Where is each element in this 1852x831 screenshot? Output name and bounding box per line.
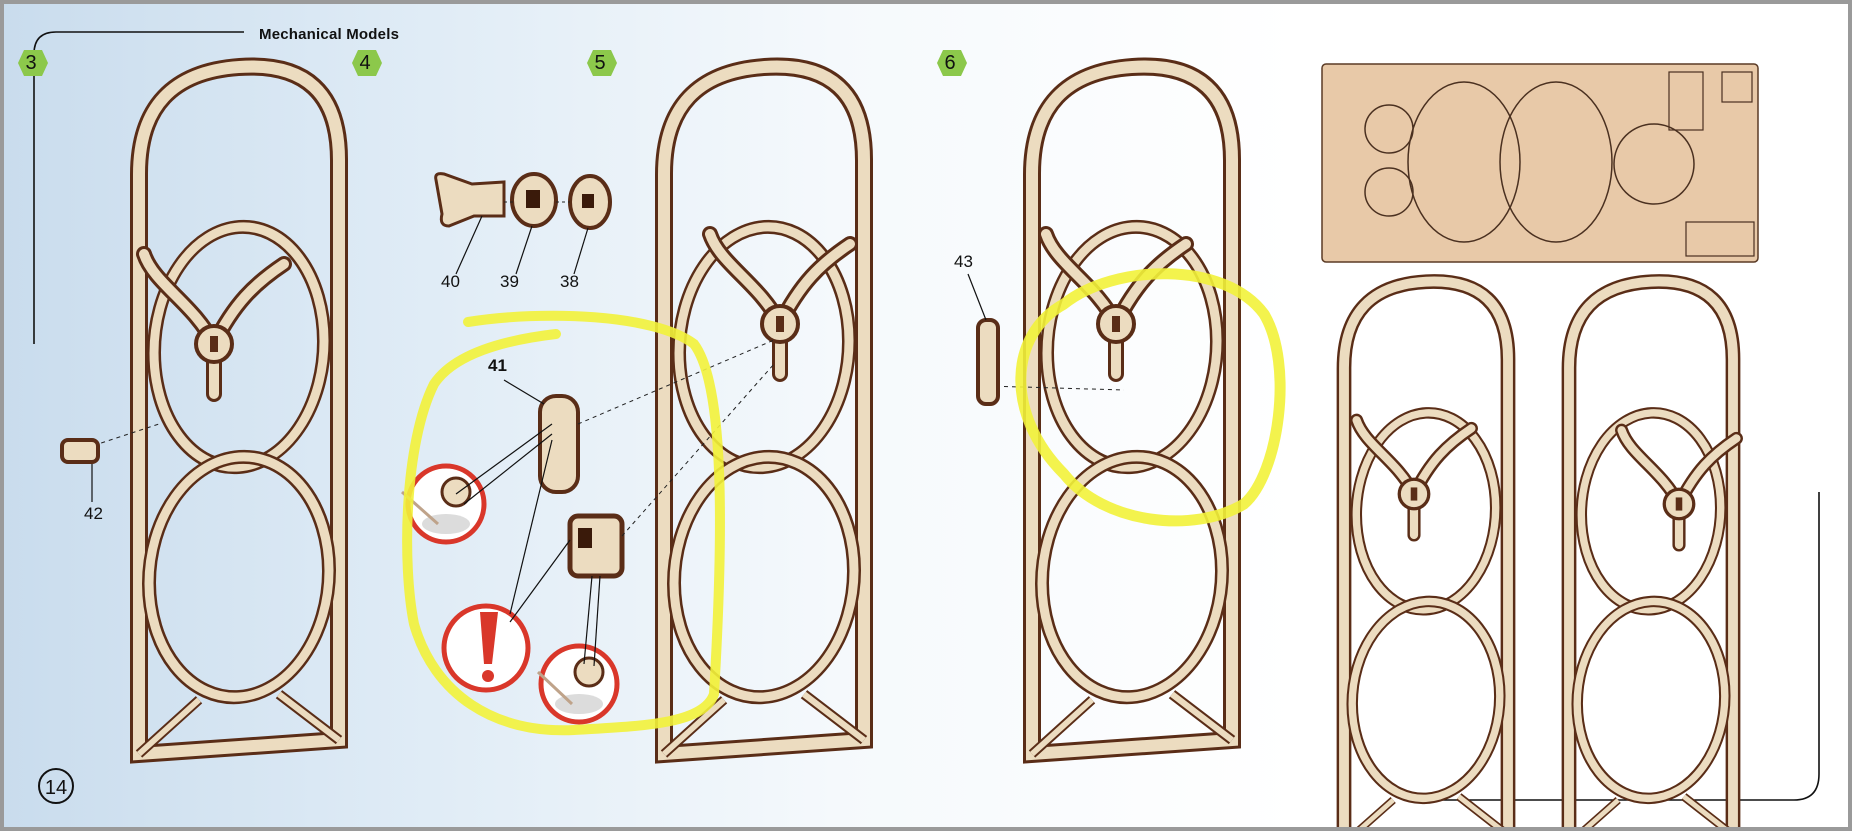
frame-step-6 — [1032, 60, 1232, 754]
part-43-shape — [976, 318, 1000, 406]
part-38-shape — [568, 174, 612, 230]
finished-frame-left — [1344, 277, 1508, 827]
glue-warning-circle-2 — [536, 643, 620, 725]
part-label-39: 39 — [500, 272, 519, 291]
page-number: 14 — [38, 768, 74, 804]
part-label-43: 43 — [954, 252, 973, 271]
frame-step-3 — [139, 60, 339, 754]
part-40-shape — [434, 172, 506, 228]
part-42-shape — [60, 438, 100, 464]
instruction-page: Mechanical Models 3 4 5 6 40 39 38 41 42… — [4, 4, 1848, 827]
part-39-shape — [510, 172, 558, 228]
part-label-40: 40 — [441, 272, 460, 291]
finished-frame-right — [1569, 277, 1733, 827]
plywood-sheet — [1321, 63, 1759, 263]
part-label-41: 41 — [488, 356, 507, 375]
glue-warning-circle-exclaim — [441, 603, 531, 693]
part-label-38: 38 — [560, 272, 579, 291]
gear-assembly-shape — [567, 513, 625, 579]
part-label-42: 42 — [84, 504, 103, 523]
frame-step-5 — [664, 60, 864, 754]
assembly-illustration — [60, 4, 1759, 827]
part-41-shape — [538, 394, 580, 494]
